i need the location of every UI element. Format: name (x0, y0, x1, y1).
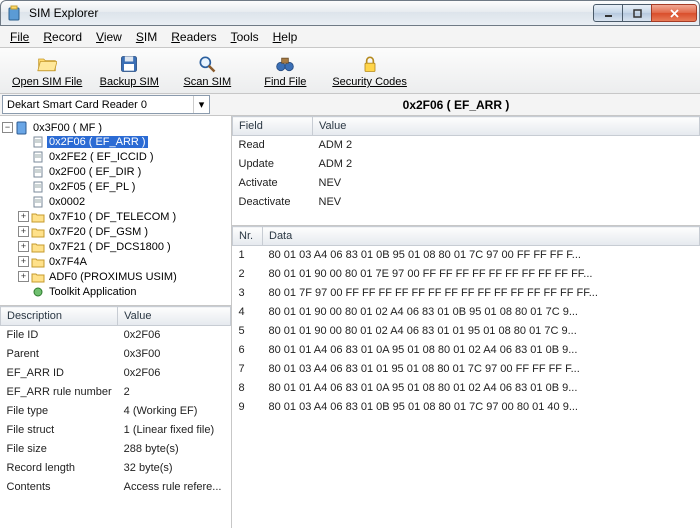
table-row[interactable]: DeactivateNEV (233, 193, 700, 212)
expand-icon[interactable]: + (18, 241, 29, 252)
file-icon (31, 195, 45, 208)
table-row[interactable]: ActivateNEV (233, 174, 700, 193)
gear-icon (31, 285, 45, 298)
col-description[interactable]: Description (1, 307, 118, 326)
reader-row: Dekart Smart Card Reader 0 ▾ 0x2F06 ( EF… (0, 94, 700, 116)
folder-icon (31, 210, 45, 223)
menu-readers[interactable]: Readers (165, 28, 222, 46)
table-row[interactable]: 880 01 01 A4 06 83 01 0A 95 01 08 80 01 … (233, 379, 700, 398)
tree-node-df-telecom[interactable]: + 0x7F10 ( DF_TELECOM ) (18, 210, 229, 223)
floppy-icon (118, 53, 140, 75)
folder-icon (31, 225, 45, 238)
find-file-button[interactable]: Find File (246, 51, 324, 90)
menu-file[interactable]: File (4, 28, 35, 46)
table-row[interactable]: File type4 (Working EF) (1, 402, 231, 421)
file-icon (31, 180, 45, 193)
binoculars-icon (274, 53, 296, 75)
backup-sim-button[interactable]: Backup SIM (90, 51, 168, 90)
file-icon (31, 150, 45, 163)
table-row[interactable]: 580 01 01 90 00 80 01 02 A4 06 83 01 01 … (233, 322, 700, 341)
access-table: Field Value ReadADM 2UpdateADM 2Activate… (232, 116, 700, 226)
chevron-down-icon: ▾ (193, 96, 209, 113)
collapse-icon[interactable]: − (2, 122, 13, 133)
reader-combo[interactable]: Dekart Smart Card Reader 0 ▾ (2, 95, 210, 114)
right-pane: Field Value ReadADM 2UpdateADM 2Activate… (232, 116, 700, 528)
table-row[interactable]: 180 01 03 A4 06 83 01 0B 95 01 08 80 01 … (233, 246, 700, 265)
col-value[interactable]: Value (118, 307, 231, 326)
window-buttons (594, 4, 697, 22)
expand-icon[interactable]: + (18, 256, 29, 267)
expand-icon[interactable]: + (18, 271, 29, 282)
table-row[interactable]: EF_ARR ID0x2F06 (1, 364, 231, 383)
menu-view[interactable]: View (90, 28, 128, 46)
menu-tools[interactable]: Tools (225, 28, 265, 46)
menu-sim[interactable]: SIM (130, 28, 163, 46)
tree-node-df-7f4a[interactable]: + 0x7F4A (18, 255, 229, 268)
col-nr[interactable]: Nr. (233, 227, 263, 246)
window-title: SIM Explorer (29, 6, 588, 20)
file-icon (31, 165, 45, 178)
expand-icon[interactable]: + (18, 211, 29, 222)
folder-icon (31, 240, 45, 253)
table-row[interactable]: 780 01 03 A4 06 83 01 01 95 01 08 80 01 … (233, 360, 700, 379)
table-row[interactable]: 380 01 7F 97 00 FF FF FF FF FF FF FF FF … (233, 284, 700, 303)
table-row[interactable]: EF_ARR rule number2 (1, 383, 231, 402)
table-row[interactable]: File ID0x2F06 (1, 326, 231, 345)
menubar: File Record View SIM Readers Tools Help (0, 26, 700, 48)
reader-combo-value: Dekart Smart Card Reader 0 (7, 99, 147, 111)
main: − 0x3F00 ( MF ) 0x2F06 ( EF_ARR ) 0x2FE2… (0, 116, 700, 528)
table-row[interactable]: UpdateADM 2 (233, 155, 700, 174)
minimize-button[interactable] (593, 4, 623, 22)
menu-record[interactable]: Record (37, 28, 88, 46)
col-data[interactable]: Data (263, 227, 700, 246)
toolbar: Open SIM File Backup SIM Scan SIM Find F… (0, 48, 700, 94)
tree-view[interactable]: − 0x3F00 ( MF ) 0x2F06 ( EF_ARR ) 0x2FE2… (0, 116, 231, 306)
lock-icon (359, 53, 381, 75)
table-row[interactable]: 980 01 03 A4 06 83 01 0B 95 01 08 80 01 … (233, 398, 700, 417)
tree-node-mf[interactable]: − 0x3F00 ( MF ) (2, 121, 229, 134)
magnifier-icon (196, 53, 218, 75)
table-row[interactable]: ContentsAccess rule refere... (1, 478, 231, 497)
scan-sim-button[interactable]: Scan SIM (168, 51, 246, 90)
security-codes-button[interactable]: Security Codes (324, 51, 415, 90)
tree-node-adf0[interactable]: + ADF0 (PROXIMUS USIM) (18, 270, 229, 283)
tree-node-ef-arr[interactable]: 0x2F06 ( EF_ARR ) (18, 135, 229, 148)
tree-node-ef-iccid[interactable]: 0x2FE2 ( EF_ICCID ) (18, 150, 229, 163)
details-table: Description Value File ID0x2F06Parent0x3… (0, 306, 231, 528)
tree-node-df-dcs1800[interactable]: + 0x7F21 ( DF_DCS1800 ) (18, 240, 229, 253)
table-row[interactable]: ReadADM 2 (233, 136, 700, 155)
table-row[interactable]: File struct1 (Linear fixed file) (1, 421, 231, 440)
app-icon (7, 5, 23, 21)
tree-node-ef-pl[interactable]: 0x2F05 ( EF_PL ) (18, 180, 229, 193)
left-pane: − 0x3F00 ( MF ) 0x2F06 ( EF_ARR ) 0x2FE2… (0, 116, 232, 528)
col-value2[interactable]: Value (313, 117, 700, 136)
folder-icon (36, 53, 58, 75)
close-button[interactable] (651, 4, 697, 22)
col-field[interactable]: Field (233, 117, 313, 136)
table-row[interactable]: 680 01 01 A4 06 83 01 0A 95 01 08 80 01 … (233, 341, 700, 360)
table-row[interactable]: Record length32 byte(s) (1, 459, 231, 478)
tree-node-ef-dir[interactable]: 0x2F00 ( EF_DIR ) (18, 165, 229, 178)
file-icon (31, 135, 45, 148)
tree-node-df-gsm[interactable]: + 0x7F20 ( DF_GSM ) (18, 225, 229, 238)
table-row[interactable]: File size288 byte(s) (1, 440, 231, 459)
table-row[interactable]: 480 01 01 90 00 80 01 02 A4 06 83 01 0B … (233, 303, 700, 322)
expand-icon[interactable]: + (18, 226, 29, 237)
table-row[interactable]: 280 01 01 90 00 80 01 7E 97 00 FF FF FF … (233, 265, 700, 284)
maximize-button[interactable] (622, 4, 652, 22)
records-table: Nr. Data 180 01 03 A4 06 83 01 0B 95 01 … (232, 226, 700, 528)
menu-help[interactable]: Help (267, 28, 304, 46)
folder-icon (31, 270, 45, 283)
open-sim-file-button[interactable]: Open SIM File (4, 51, 90, 90)
sim-icon (15, 121, 29, 134)
breadcrumb: 0x2F06 ( EF_ARR ) (212, 98, 700, 112)
tree-node-toolkit[interactable]: Toolkit Application (18, 285, 229, 298)
tree-node-ef-0002[interactable]: 0x0002 (18, 195, 229, 208)
folder-icon (31, 255, 45, 268)
titlebar: SIM Explorer (0, 0, 700, 26)
table-row[interactable]: Parent0x3F00 (1, 345, 231, 364)
